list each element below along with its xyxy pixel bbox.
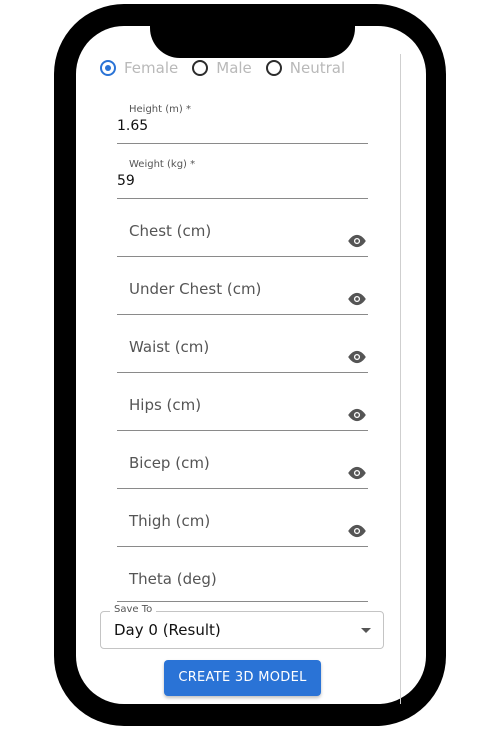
thigh-field[interactable]: Thigh (cm) xyxy=(117,502,368,547)
height-value[interactable]: 1.65 xyxy=(117,118,148,134)
bicep-placeholder: Bicep (cm) xyxy=(129,454,210,472)
save-to-value[interactable]: Day 0 (Result) xyxy=(114,621,221,639)
radio-male[interactable] xyxy=(192,60,209,76)
thigh-placeholder: Thigh (cm) xyxy=(129,512,211,530)
theta-placeholder: Theta (deg) xyxy=(129,570,217,588)
eye-icon[interactable] xyxy=(346,524,368,538)
phone-notch xyxy=(150,4,355,58)
radio-male-label[interactable]: Male xyxy=(216,59,252,77)
eye-icon[interactable] xyxy=(346,350,368,364)
weight-label: Weight (kg) * xyxy=(129,159,196,170)
radio-female[interactable] xyxy=(100,60,116,76)
theta-field[interactable]: Theta (deg) xyxy=(117,560,368,602)
waist-field[interactable]: Waist (cm) xyxy=(117,328,368,373)
chest-placeholder: Chest (cm) xyxy=(129,222,212,240)
under-chest-field[interactable]: Under Chest (cm) xyxy=(117,270,368,315)
eye-icon[interactable] xyxy=(346,292,368,306)
eye-icon[interactable] xyxy=(346,234,368,248)
scrollbar-track[interactable] xyxy=(400,54,401,704)
chest-field[interactable]: Chest (cm) xyxy=(117,212,368,257)
under-chest-placeholder: Under Chest (cm) xyxy=(129,280,262,298)
radio-neutral-label[interactable]: Neutral xyxy=(290,59,345,77)
dropdown-arrow-icon[interactable] xyxy=(361,628,371,633)
eye-icon[interactable] xyxy=(346,466,368,480)
weight-field[interactable]: Weight (kg) * 59 xyxy=(117,155,368,199)
hips-placeholder: Hips (cm) xyxy=(129,396,202,414)
height-field[interactable]: Height (m) * 1.65 xyxy=(117,100,368,144)
bicep-field[interactable]: Bicep (cm) xyxy=(117,444,368,489)
eye-icon[interactable] xyxy=(346,408,368,422)
save-to-label: Save To xyxy=(110,604,157,615)
create-3d-model-button[interactable]: CREATE 3D MODEL xyxy=(164,660,321,696)
save-to-select[interactable]: Save To Day 0 (Result) xyxy=(100,604,384,649)
hips-field[interactable]: Hips (cm) xyxy=(117,386,368,431)
radio-female-label[interactable]: Female xyxy=(124,59,178,77)
height-label: Height (m) * xyxy=(129,104,191,115)
weight-value[interactable]: 59 xyxy=(117,173,135,189)
radio-neutral[interactable] xyxy=(265,60,282,76)
gender-radio-group: Female Male Neutral xyxy=(100,57,359,79)
waist-placeholder: Waist (cm) xyxy=(129,338,210,356)
